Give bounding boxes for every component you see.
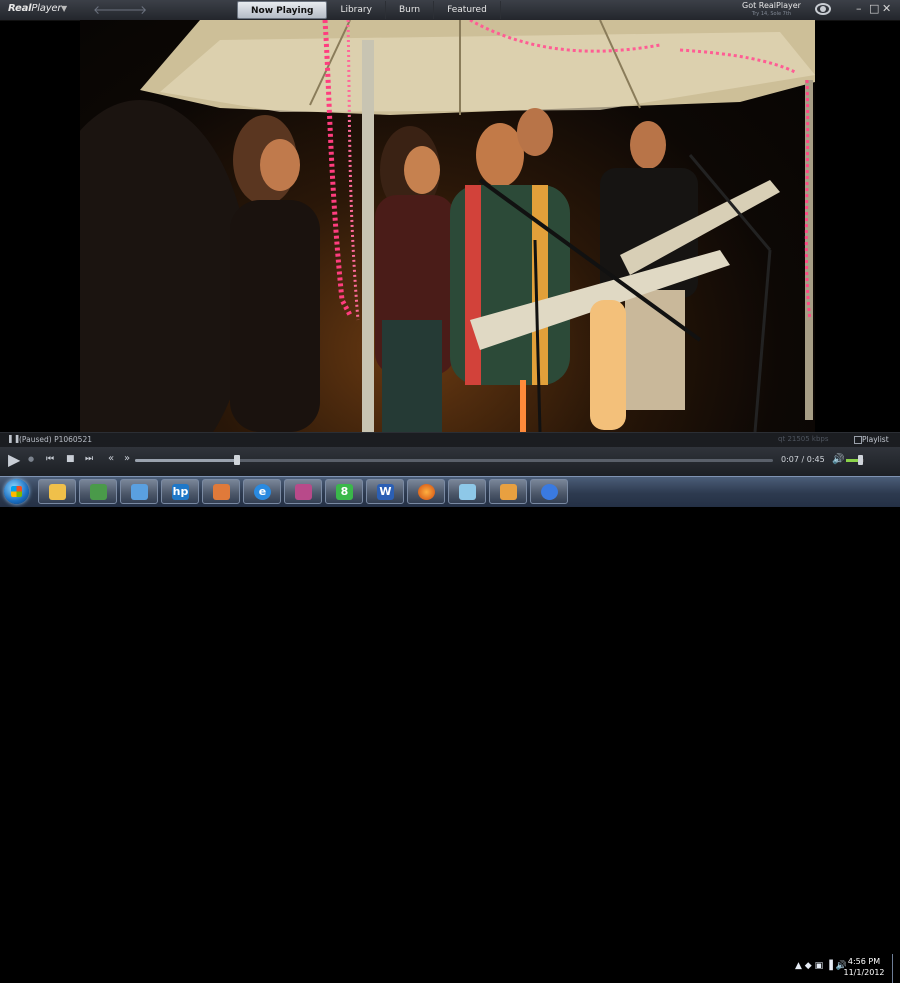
taskbar-numbers-icon[interactable]: 8 bbox=[325, 479, 363, 504]
taskbar-hp-icon[interactable]: hp bbox=[161, 479, 199, 504]
volume-thumb[interactable] bbox=[858, 455, 863, 465]
forward-icon[interactable]: 🡒 bbox=[115, 2, 147, 17]
start-button[interactable] bbox=[4, 479, 29, 504]
taskbar-documents-icon[interactable] bbox=[448, 479, 486, 504]
maximize-button[interactable]: □ bbox=[869, 2, 879, 15]
tab-library[interactable]: Library bbox=[327, 1, 386, 19]
system-tray[interactable]: ▲ ◆ ▣ ▐ 🔊 bbox=[795, 961, 847, 971]
got-realplayer-subtitle: Try 14, Sole 7th bbox=[751, 11, 791, 17]
seek-bar[interactable] bbox=[135, 455, 773, 465]
singer-face bbox=[404, 146, 440, 194]
taskbar-cooking-icon[interactable] bbox=[202, 479, 240, 504]
time-display: 0:07 / 0:45 bbox=[781, 455, 825, 464]
guitarist-face bbox=[630, 121, 666, 169]
taskbar-word-icon[interactable]: W bbox=[366, 479, 404, 504]
fast-forward-button[interactable]: » bbox=[124, 453, 130, 464]
playlist-button[interactable]: Playlist bbox=[862, 435, 889, 444]
singer-body bbox=[230, 200, 320, 432]
tab-burn[interactable]: Burn bbox=[386, 1, 435, 19]
taskbar-internet-explorer-icon[interactable]: e bbox=[243, 479, 281, 504]
got-realplayer-link[interactable]: Got RealPlayer Try 14, Sole 7th bbox=[742, 1, 801, 19]
file-name: P1060521 bbox=[54, 435, 92, 444]
tab-now-playing[interactable]: Now Playing bbox=[237, 1, 328, 19]
got-realplayer-title: Got RealPlayer bbox=[742, 1, 801, 10]
realplayer-logo[interactable]: RealPlayer bbox=[8, 3, 61, 14]
taskbar-paint-icon[interactable] bbox=[489, 479, 527, 504]
playback-state: (Paused) bbox=[19, 435, 52, 444]
close-button[interactable]: ✕ bbox=[882, 2, 891, 15]
clock-date: 11/1/2012 bbox=[843, 968, 885, 977]
eye-icon[interactable] bbox=[815, 3, 831, 15]
singer-face bbox=[260, 139, 300, 191]
taskbar-network-icon[interactable] bbox=[120, 479, 158, 504]
seek-thumb[interactable] bbox=[234, 455, 241, 465]
taskbar-realplayer-icon[interactable] bbox=[530, 479, 568, 504]
mic-stand bbox=[753, 249, 772, 432]
video-scene bbox=[80, 20, 815, 432]
tent-pole bbox=[362, 40, 374, 432]
play-button[interactable]: ▶ bbox=[8, 450, 20, 469]
tab-bar: Now Playing Library Burn Featured bbox=[237, 1, 501, 19]
video-frame[interactable] bbox=[80, 20, 815, 432]
tiki-light bbox=[520, 380, 526, 432]
show-desktop-button[interactable] bbox=[892, 954, 900, 983]
windows-taskbar: hp e 8 W ▲ ◆ ▣ ▐ 🔊 4:56 PM 11/1/2012 bbox=[0, 476, 900, 983]
taskbar-clock[interactable]: 4:56 PM 11/1/2012 bbox=[842, 956, 886, 978]
bassist-stripe bbox=[532, 185, 548, 385]
minimize-button[interactable]: – bbox=[856, 2, 862, 15]
taskbar-firefox-icon[interactable] bbox=[407, 479, 445, 504]
bitrate-label: 21505 kbps bbox=[787, 435, 829, 443]
menu-dropdown-icon[interactable]: ▼ bbox=[61, 4, 67, 13]
previous-button[interactable]: ⏮ bbox=[46, 454, 54, 464]
status-text: (Paused) P1060521 bbox=[19, 435, 92, 444]
flower-lei bbox=[590, 300, 626, 430]
record-button[interactable]: ● bbox=[28, 455, 34, 463]
bassist-stripe bbox=[465, 185, 481, 385]
next-button[interactable]: ⏭ bbox=[85, 454, 93, 464]
taskbar-winrar-icon[interactable] bbox=[284, 479, 322, 504]
status-bar: ❚❚ (Paused) P1060521 qt 21505 kbps Playl… bbox=[0, 432, 900, 447]
title-bar: RealPlayer ▼ 🡐 🡒 Now Playing Library Bur… bbox=[0, 0, 900, 21]
blurred-figure bbox=[80, 100, 250, 432]
seek-progress bbox=[135, 459, 238, 462]
bassist-face bbox=[476, 123, 524, 187]
tab-featured[interactable]: Featured bbox=[434, 1, 501, 19]
stop-button[interactable]: ■ bbox=[66, 454, 75, 464]
guitarist-face bbox=[517, 108, 553, 156]
singer-jeans bbox=[382, 320, 442, 432]
clock-time: 4:56 PM bbox=[847, 957, 881, 966]
format-label: qt bbox=[778, 435, 786, 443]
stream-info: qt 21505 kbps bbox=[778, 435, 829, 443]
playlist-icon[interactable] bbox=[854, 436, 862, 444]
taskbar-display-icon[interactable] bbox=[79, 479, 117, 504]
taskbar-folder-icon[interactable] bbox=[38, 479, 76, 504]
rewind-button[interactable]: « bbox=[108, 453, 114, 464]
volume-icon[interactable]: 🔊 bbox=[832, 454, 844, 465]
